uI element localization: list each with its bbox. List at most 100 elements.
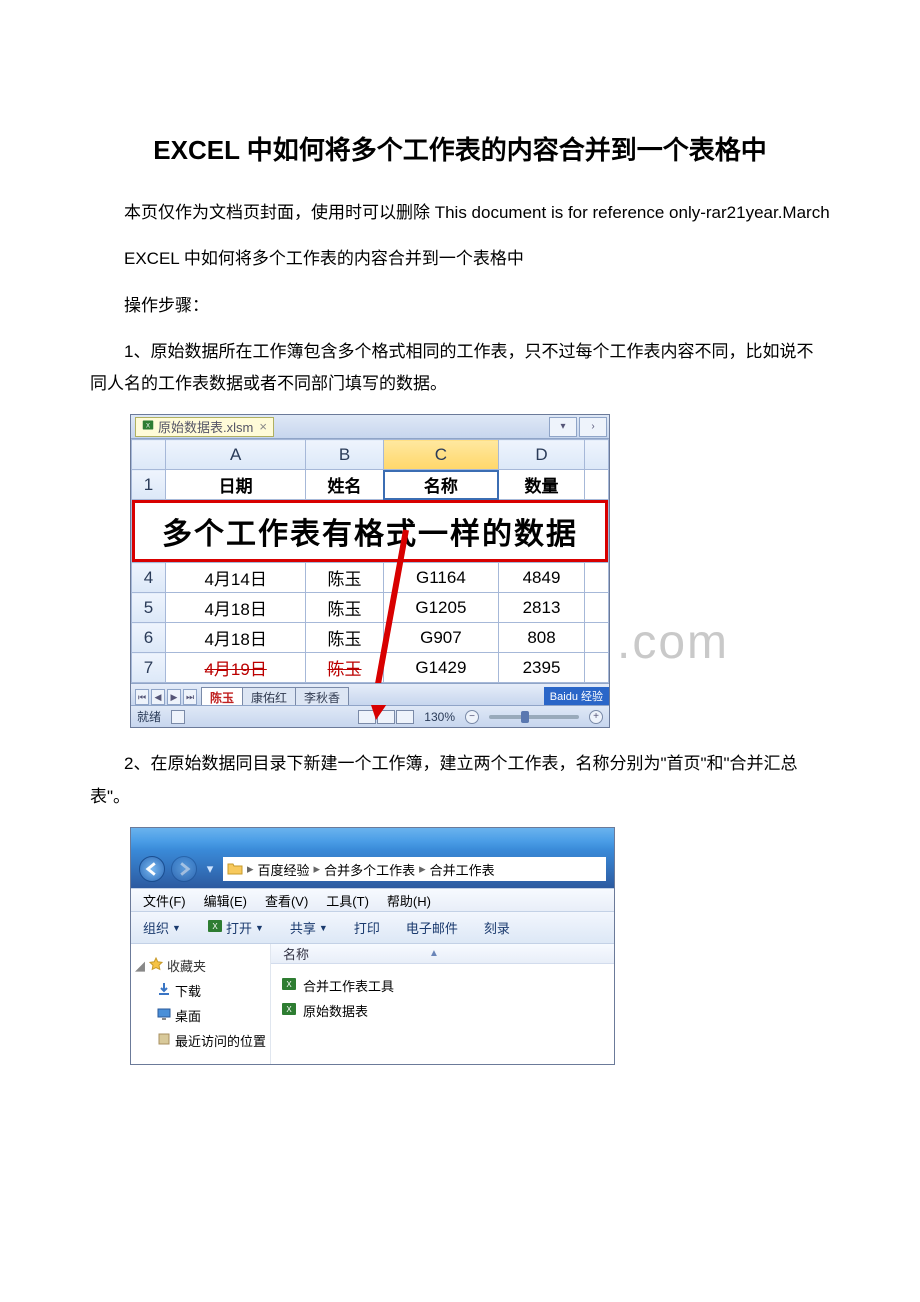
sidebar-desktop[interactable]: 桌面 <box>135 1006 266 1025</box>
cell-C7[interactable]: G1429 <box>383 653 498 683</box>
file-item[interactable]: X 原始数据表 <box>281 1001 604 1020</box>
cell-E1[interactable] <box>585 470 609 500</box>
sidebar-downloads[interactable]: 下载 <box>135 981 266 1000</box>
cell-D7[interactable]: 2395 <box>499 653 585 683</box>
macro-record-icon[interactable] <box>171 710 185 724</box>
select-all-corner[interactable] <box>132 440 166 470</box>
toolbar-print[interactable]: 打印 <box>354 918 380 937</box>
excel-open-icon: X <box>207 918 223 937</box>
explorer-toolbar: 组织▼ X 打开▼ 共享▼ 打印 电子邮件 刻录 <box>131 912 614 944</box>
nav-history-dropdown-icon[interactable]: ▾ <box>203 859 217 879</box>
zoom-slider[interactable] <box>489 715 579 719</box>
cell-C5[interactable]: G1205 <box>383 593 498 623</box>
menu-tools[interactable]: 工具(T) <box>326 891 369 910</box>
sheet-nav-prev-icon[interactable]: ◀ <box>151 689 165 705</box>
col-D[interactable]: D <box>499 440 585 470</box>
row-4-head[interactable]: 4 <box>132 563 166 593</box>
workbook-tab-bar: X 原始数据表.xlsm × ▾ › <box>131 415 609 439</box>
column-header-name[interactable]: 名称 ▲ <box>271 944 614 964</box>
cell-A7[interactable]: 4月19日 <box>166 653 306 683</box>
col-B[interactable]: B <box>306 440 383 470</box>
tree-collapse-icon[interactable]: ◢ <box>135 958 145 974</box>
cell-A1[interactable]: 日期 <box>166 470 306 500</box>
cell-C1[interactable]: 名称 <box>383 470 498 500</box>
file-name: 原始数据表 <box>303 1001 368 1020</box>
cell-A4[interactable]: 4月14日 <box>166 563 306 593</box>
nav-back-button[interactable] <box>139 856 165 882</box>
cell-A6[interactable]: 4月18日 <box>166 623 306 653</box>
menu-help[interactable]: 帮助(H) <box>387 891 431 910</box>
breadcrumb[interactable]: ▸ 百度经验 ▸ 合并多个工作表 ▸ 合并工作表 <box>223 857 606 881</box>
row-5-head[interactable]: 5 <box>132 593 166 623</box>
nav-forward-button[interactable] <box>171 856 197 882</box>
cell-B6[interactable]: 陈玉 <box>306 623 383 653</box>
workbook-tab[interactable]: X 原始数据表.xlsm × <box>135 417 274 437</box>
cell-B7[interactable]: 陈玉 <box>306 653 383 683</box>
row-7-head[interactable]: 7 <box>132 653 166 683</box>
chevron-down-icon: ▼ <box>255 923 264 933</box>
cell-D5[interactable]: 2813 <box>499 593 585 623</box>
recent-icon <box>157 1032 171 1049</box>
cell-D6[interactable]: 808 <box>499 623 585 653</box>
step-2-text: 2、在原始数据同目录下新建一个工作簿，建立两个工作表，名称分别为"首页"和"合并… <box>90 748 830 813</box>
cell-D4[interactable]: 4849 <box>499 563 585 593</box>
step-1-text: 1、原始数据所在工作簿包含多个格式相同的工作表，只不过每个工作表内容不同，比如说… <box>90 336 830 401</box>
cell-D1[interactable]: 数量 <box>499 470 585 500</box>
toolbar-open[interactable]: X 打开▼ <box>207 918 264 937</box>
workbook-tab-label: 原始数据表.xlsm <box>158 417 253 436</box>
menu-view[interactable]: 查看(V) <box>265 891 308 910</box>
explorer-address-bar: ▾ ▸ 百度经验 ▸ 合并多个工作表 ▸ 合并工作表 <box>131 850 614 888</box>
zoom-out-icon[interactable]: − <box>465 710 479 724</box>
menu-edit[interactable]: 编辑(E) <box>204 891 247 910</box>
row-6-head[interactable]: 6 <box>132 623 166 653</box>
tabbar-dropdown-icon[interactable]: ▾ <box>549 417 577 437</box>
excel-file-icon: X <box>281 1001 297 1020</box>
cell-E4[interactable] <box>585 563 609 593</box>
col-extra[interactable] <box>585 440 609 470</box>
toolbar-share[interactable]: 共享▼ <box>290 918 328 937</box>
cell-A5[interactable]: 4月18日 <box>166 593 306 623</box>
file-item[interactable]: X 合并工作表工具 <box>281 976 604 995</box>
sheet-nav-next-icon[interactable]: ▶ <box>167 689 181 705</box>
explorer-file-pane: 名称 ▲ X 合并工作表工具 X 原始数据表 <box>271 944 614 1064</box>
svg-text:X: X <box>286 1005 292 1014</box>
cell-B5[interactable]: 陈玉 <box>306 593 383 623</box>
watermark: .com <box>617 615 729 670</box>
view-break-icon[interactable] <box>396 710 414 724</box>
toolbar-email[interactable]: 电子邮件 <box>406 918 458 937</box>
view-layout-icon[interactable] <box>377 710 395 724</box>
cell-C4[interactable]: G1164 <box>383 563 498 593</box>
close-tab-icon[interactable]: × <box>259 419 267 434</box>
sidebar-recent[interactable]: 最近访问的位置 <box>135 1031 266 1050</box>
cell-B1[interactable]: 姓名 <box>306 470 383 500</box>
sheet-nav-first-icon[interactable]: ⏮ <box>135 689 149 705</box>
col-C[interactable]: C <box>383 440 498 470</box>
sheet-nav-last-icon[interactable]: ⏭ <box>183 689 197 705</box>
cell-E6[interactable] <box>585 623 609 653</box>
sidebar-favorites[interactable]: ◢ 收藏夹 <box>135 956 266 975</box>
sheet-tab-1[interactable]: 陈玉 <box>201 687 243 705</box>
col-A[interactable]: A <box>166 440 306 470</box>
sheet-tab-2[interactable]: 康佑红 <box>242 687 296 705</box>
zoom-in-icon[interactable]: + <box>589 710 603 724</box>
menu-file[interactable]: 文件(F) <box>143 891 186 910</box>
cell-E7[interactable] <box>585 653 609 683</box>
breadcrumb-3[interactable]: 合并工作表 <box>430 860 495 879</box>
tabbar-expand-icon[interactable]: › <box>579 417 607 437</box>
cell-E5[interactable] <box>585 593 609 623</box>
sheet-tab-3[interactable]: 李秋香 <box>295 687 349 705</box>
sidebar-downloads-label: 下载 <box>175 981 201 1000</box>
breadcrumb-2[interactable]: 合并多个工作表 <box>324 860 415 879</box>
chevron-down-icon: ▼ <box>172 923 181 933</box>
row-1-head[interactable]: 1 <box>132 470 166 500</box>
sidebar-recent-label: 最近访问的位置 <box>175 1031 266 1050</box>
breadcrumb-1[interactable]: 百度经验 <box>258 860 310 879</box>
status-bar: 就绪 130% − + <box>131 705 609 727</box>
cell-B4[interactable]: 陈玉 <box>306 563 383 593</box>
breadcrumb-sep-icon: ▸ <box>247 861 254 877</box>
cell-C6[interactable]: G907 <box>383 623 498 653</box>
zoom-value: 130% <box>424 710 455 724</box>
toolbar-burn[interactable]: 刻录 <box>484 918 510 937</box>
toolbar-organize[interactable]: 组织▼ <box>143 918 181 937</box>
view-normal-icon[interactable] <box>358 710 376 724</box>
